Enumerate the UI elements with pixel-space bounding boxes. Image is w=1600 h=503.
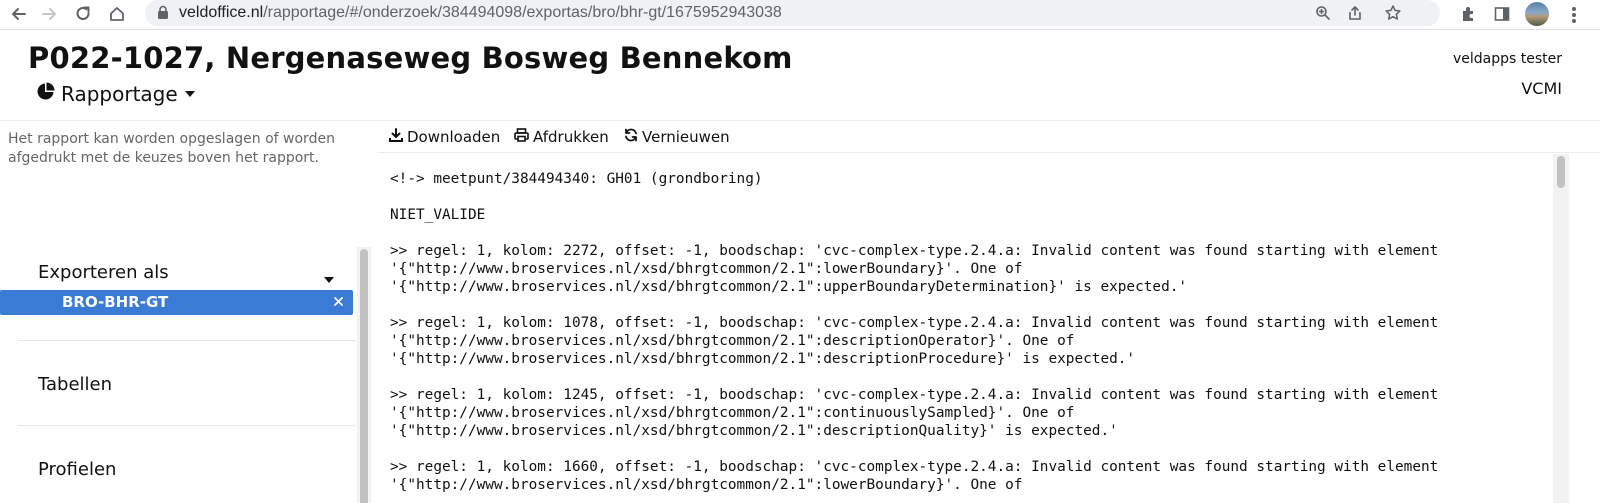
selected-export-item[interactable]: BRO-BHR-GT	[0, 290, 353, 315]
sidebar: Het rapport kan worden opgeslagen of wor…	[0, 122, 378, 503]
printer-icon	[514, 128, 529, 146]
browser-toolbar: veldoffice.nl/rapportage/#/onderzoek/384…	[0, 0, 1600, 30]
app-header: P022-1027, Nergenaseweg Bosweg Bennekom …	[0, 31, 1600, 121]
report-line: NIET_VALIDE	[390, 207, 486, 223]
tables-section-header[interactable]: Tabellen	[38, 374, 112, 395]
section-divider	[18, 425, 356, 426]
pie-chart-icon	[36, 82, 55, 106]
refresh-icon	[624, 128, 638, 146]
extensions-puzzle-icon[interactable]	[1458, 3, 1480, 25]
reload-icon[interactable]	[72, 3, 94, 25]
close-icon[interactable]	[333, 294, 344, 312]
report-content: <!-> meetpunt/384494340: GH01 (grondbori…	[378, 154, 1553, 503]
download-icon	[389, 128, 403, 146]
caret-down-icon	[184, 85, 196, 103]
report-toolbar: Downloaden Afdrukken Vernieuwen	[378, 122, 1600, 153]
report-line: >> regel: 1, kolom: 1660, offset: -1, bo…	[390, 459, 1439, 475]
report-line: '{"http://www.broservices.nl/xsd/bhrgtco…	[390, 405, 1075, 421]
url-host: veldoffice.nl	[179, 4, 264, 21]
report-line: '{"http://www.broservices.nl/xsd/bhrgtco…	[390, 261, 1023, 277]
refresh-button[interactable]: Vernieuwen	[624, 128, 730, 146]
share-icon[interactable]	[1345, 3, 1365, 23]
side-panel-icon[interactable]	[1491, 3, 1513, 25]
organization-name[interactable]: VCMI	[1521, 79, 1562, 98]
report-line: '{"http://www.broservices.nl/xsd/bhrgtco…	[390, 279, 1188, 295]
report-line: '{"http://www.broservices.nl/xsd/bhrgtco…	[390, 477, 1023, 493]
download-label: Downloaden	[407, 128, 501, 146]
report-line: <!-> meetpunt/384494340: GH01 (grondbori…	[390, 171, 763, 187]
caret-down-icon[interactable]	[323, 271, 335, 289]
profile-avatar[interactable]	[1525, 2, 1549, 26]
profiles-section-header[interactable]: Profielen	[38, 459, 116, 480]
print-button[interactable]: Afdrukken	[514, 128, 609, 146]
bookmark-star-icon[interactable]	[1383, 3, 1403, 23]
download-button[interactable]: Downloaden	[389, 128, 500, 146]
browser-menu-icon[interactable]	[1567, 4, 1581, 26]
url-path: /rapportage/#/onderzoek/384494098/export…	[263, 4, 782, 21]
export-section-header[interactable]: Exporteren als	[38, 262, 169, 283]
sidebar-help-text: Het rapport kan worden opgeslagen of wor…	[8, 131, 335, 166]
user-name[interactable]: veldapps tester	[1453, 51, 1562, 67]
report-line: '{"http://www.broservices.nl/xsd/bhrgtco…	[390, 351, 1136, 367]
address-bar[interactable]: veldoffice.nl/rapportage/#/onderzoek/384…	[145, 0, 1440, 26]
lock-icon	[157, 5, 169, 25]
report-line: >> regel: 1, kolom: 2272, offset: -1, bo…	[390, 243, 1439, 259]
forward-arrow-icon[interactable]	[38, 3, 60, 25]
report-scrollbar-thumb[interactable]	[1557, 156, 1565, 188]
report-line: >> regel: 1, kolom: 1078, offset: -1, bo…	[390, 315, 1439, 331]
sidebar-scrollbar[interactable]	[357, 247, 371, 503]
section-divider	[18, 340, 356, 341]
page-title: P022-1027, Nergenaseweg Bosweg Bennekom	[28, 41, 793, 75]
report-line: '{"http://www.broservices.nl/xsd/bhrgtco…	[390, 333, 1075, 349]
report-line: '{"http://www.broservices.nl/xsd/bhrgtco…	[390, 423, 1118, 439]
report-line: >> regel: 1, kolom: 1245, offset: -1, bo…	[390, 387, 1439, 403]
zoom-icon[interactable]	[1313, 3, 1333, 23]
home-icon[interactable]	[106, 3, 128, 25]
selected-export-label: BRO-BHR-GT	[62, 293, 169, 311]
rapportage-menu[interactable]: Rapportage	[36, 82, 196, 106]
report-scrollbar[interactable]	[1553, 154, 1569, 503]
print-label: Afdrukken	[533, 128, 609, 146]
sidebar-scrollbar-thumb[interactable]	[360, 249, 368, 503]
url-text: veldoffice.nl/rapportage/#/onderzoek/384…	[179, 4, 782, 22]
rapportage-label: Rapportage	[61, 82, 178, 106]
back-arrow-icon[interactable]	[8, 3, 30, 25]
refresh-label: Vernieuwen	[642, 128, 730, 146]
